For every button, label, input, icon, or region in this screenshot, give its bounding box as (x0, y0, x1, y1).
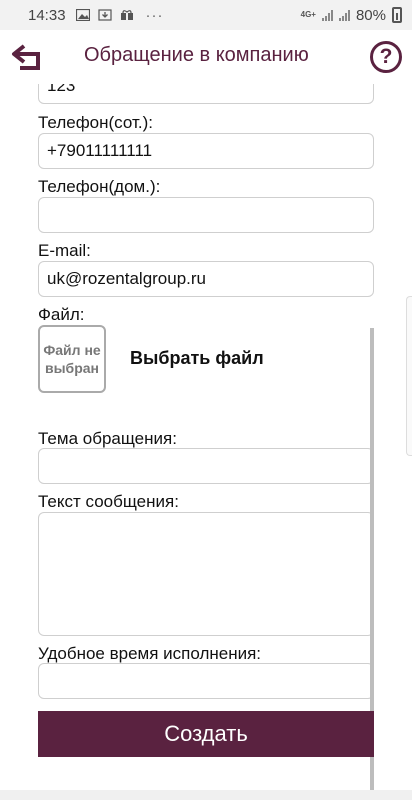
battery-icon (392, 7, 402, 23)
home-phone-label: Телефон(дом.): (38, 177, 161, 196)
battery-percent: 80% (355, 6, 386, 24)
preferred-time-label: Удобное время исполнения: (38, 644, 262, 663)
email-label: E-mail: (38, 241, 91, 260)
help-button[interactable]: ? (370, 41, 402, 73)
download-icon (97, 9, 112, 21)
gift-icon (120, 10, 133, 20)
message-textarea[interactable] (38, 512, 374, 636)
page-title: Обращение в компанию (84, 44, 309, 66)
create-button[interactable]: Создать (38, 711, 374, 757)
subject-label: Тема обращения: (38, 429, 177, 448)
choose-file-button[interactable]: Выбрать файл (130, 348, 264, 369)
edge-panel-handle[interactable] (406, 296, 412, 456)
signal-icon (321, 9, 333, 21)
status-time: 14:33 (28, 6, 66, 24)
image-icon (75, 9, 90, 21)
status-bar: 14:33 ··· 4G+ 80% (0, 0, 412, 30)
more-notifications-icon: ··· (145, 6, 164, 24)
file-preview[interactable]: Файл не выбран (38, 325, 106, 393)
mobile-phone-label: Телефон(сот.): (38, 113, 153, 132)
back-arrow-icon[interactable] (10, 42, 44, 72)
preferred-time-input[interactable] (38, 663, 374, 699)
previous-field-input[interactable]: 123 (38, 84, 374, 104)
email-input[interactable]: uk@rozentalgroup.ru (38, 261, 374, 297)
subject-input[interactable] (38, 448, 374, 484)
home-phone-input[interactable] (38, 197, 374, 233)
navigation-bar (0, 790, 412, 800)
network-type: 4G+ (300, 10, 316, 19)
request-form: 123 Телефон(сот.): +79011111111 Телефон(… (0, 84, 412, 800)
message-label: Текст сообщения: (38, 492, 179, 511)
signal-icon-2 (338, 9, 350, 21)
app-header: Обращение в компанию ? (0, 30, 412, 84)
mobile-phone-input[interactable]: +79011111111 (38, 133, 374, 169)
file-label: Файл: (38, 305, 85, 324)
